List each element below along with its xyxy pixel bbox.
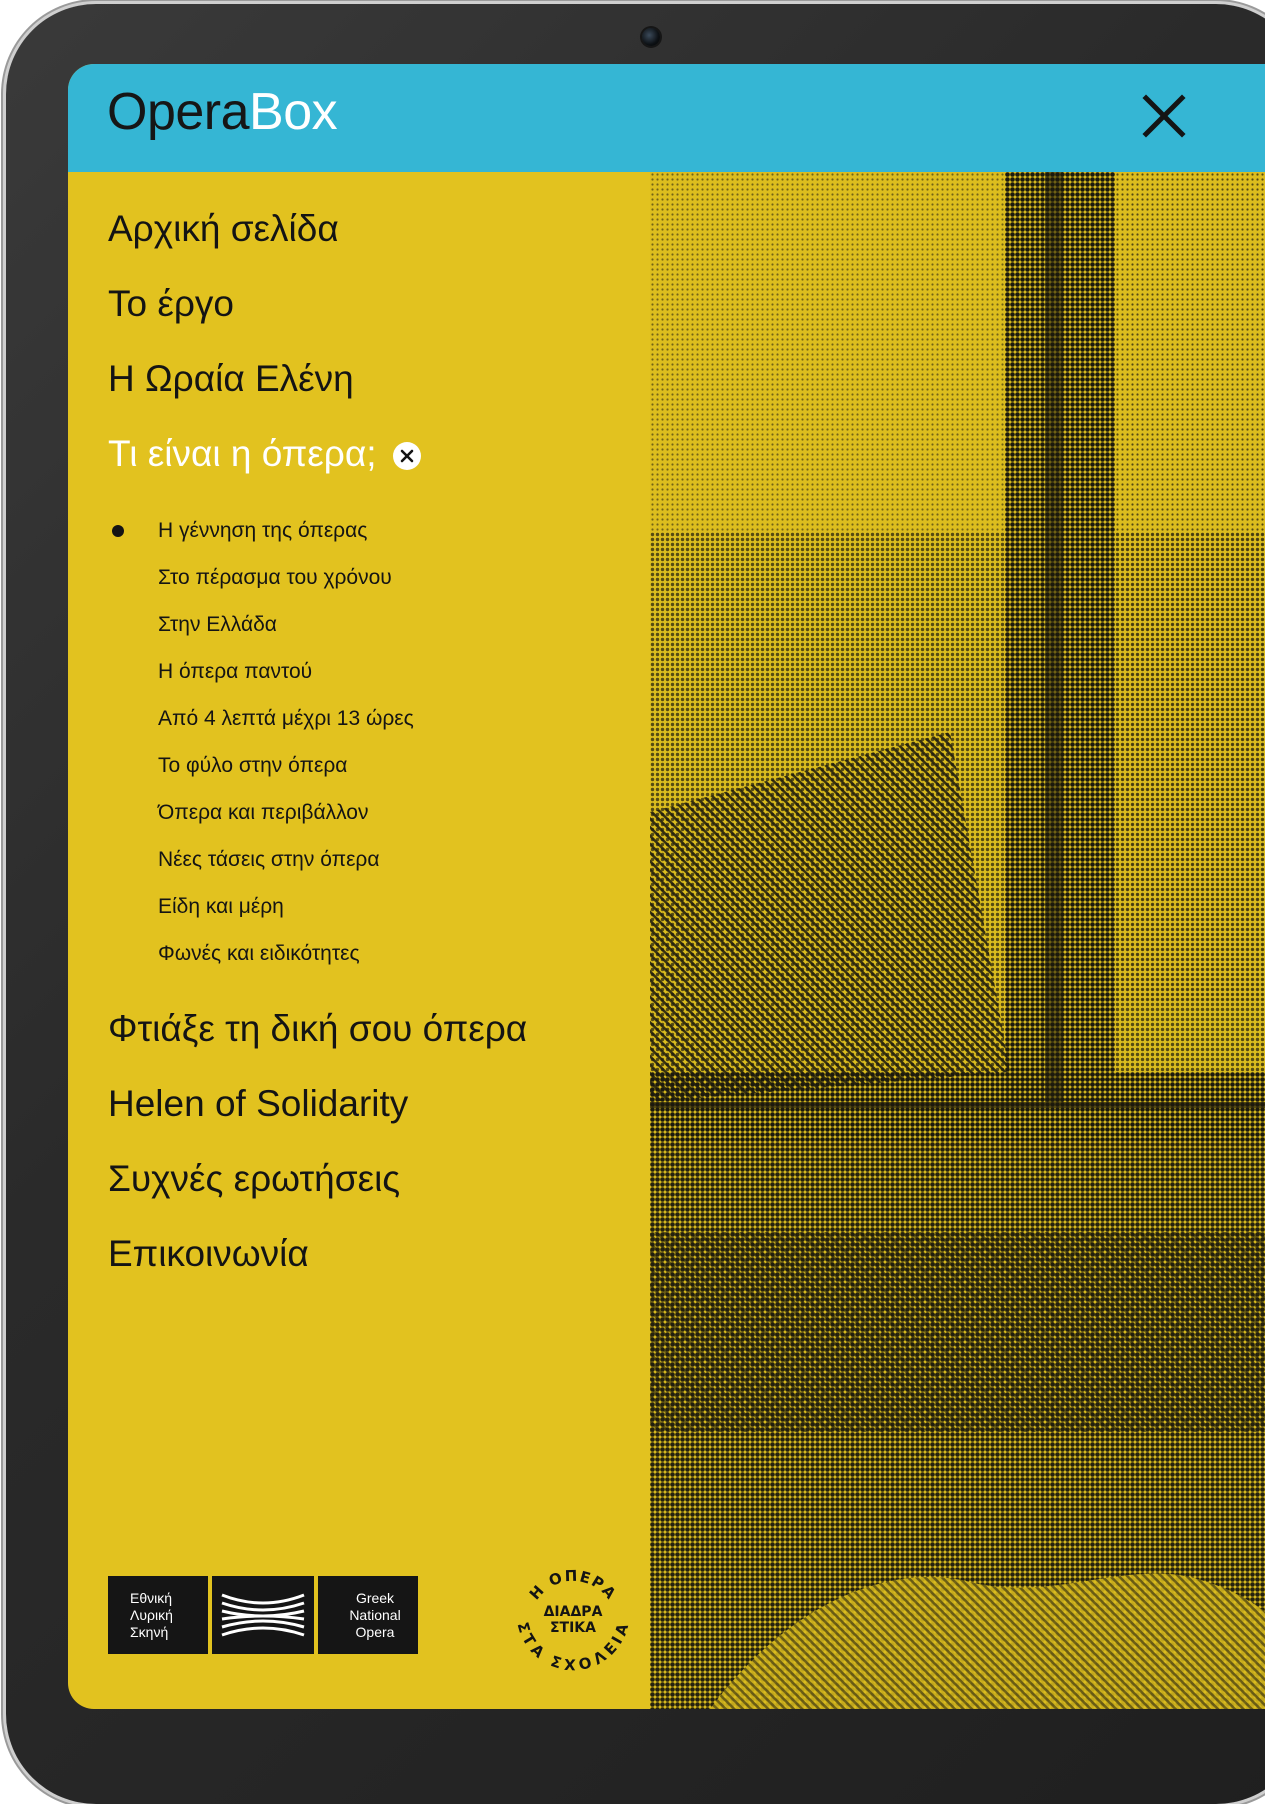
subnav-item-opera-everywhere[interactable]: Η όπερα παντού xyxy=(158,661,312,682)
nav-item-helen-of-solidarity[interactable]: Helen of Solidarity xyxy=(108,1085,408,1122)
gno-greek-line-3: Σκηνή xyxy=(130,1623,169,1640)
gno-english-name: Greek National Opera xyxy=(318,1576,418,1654)
subnav-item-gender[interactable]: Το φύλο στην όπερα xyxy=(158,755,347,776)
subnav-item-label: Η γέννηση της όπερας xyxy=(158,519,368,542)
gno-emblem-icon xyxy=(212,1576,314,1654)
svg-text:Η ΟΠΕΡΑ: Η ΟΠΕΡΑ xyxy=(526,1567,621,1604)
nav-item-contact[interactable]: Επικοινωνία xyxy=(108,1235,309,1272)
close-circle-icon xyxy=(392,442,421,471)
gno-greek-line-2: Λυρική xyxy=(130,1606,173,1623)
tablet-frame: OperaBox Αρχική σελίδα Το έργο Η Ωραία Ε… xyxy=(6,4,1265,1804)
seal-middle-line-2: ΣΤΙΚΑ xyxy=(550,1620,596,1636)
gno-english-line-1: Greek xyxy=(355,1589,395,1606)
subnav-item-duration[interactable]: Από 4 λεπτά μέχρι 13 ώρες xyxy=(158,708,414,729)
seal-top-text: Η ΟΠΕΡΑ xyxy=(526,1567,619,1604)
nav-item-make-your-opera[interactable]: Φτιάξε τη δική σου όπερα xyxy=(108,1010,527,1047)
app-screen: OperaBox Αρχική σελίδα Το έργο Η Ωραία Ε… xyxy=(68,64,1265,1709)
logo-text-box: Box xyxy=(249,83,338,141)
subnav-item-new-trends[interactable]: Νέες τάσεις στην όπερα xyxy=(158,849,380,870)
gno-english-line-3: Opera xyxy=(355,1623,395,1640)
app-logo[interactable]: OperaBox xyxy=(107,83,338,141)
subnav-item-genres[interactable]: Είδη και μέρη xyxy=(158,896,284,917)
gno-greek-name: Εθνική Λυρική Σκηνή xyxy=(108,1576,208,1654)
current-bullet-icon xyxy=(112,525,124,537)
gno-english-line-2: National xyxy=(349,1606,401,1623)
nav-item-what-is-opera-label: Τι είναι η όπερα; xyxy=(108,433,377,474)
subnav-item-in-greece[interactable]: Στην Ελλάδα xyxy=(158,614,277,635)
nav-item-home[interactable]: Αρχική σελίδα xyxy=(108,210,339,247)
app-header: OperaBox xyxy=(68,64,1265,172)
subnav-item-birth-of-opera[interactable]: Η γέννηση της όπερας xyxy=(112,519,368,542)
nav-item-what-is-opera[interactable]: Τι είναι η όπερα; xyxy=(108,435,421,472)
gno-greek-line-1: Εθνική xyxy=(130,1589,173,1606)
subnav-item-voices[interactable]: Φωνές και ειδικότητες xyxy=(158,943,360,964)
camera-icon xyxy=(642,28,660,46)
nav-item-helen[interactable]: Η Ωραία Ελένη xyxy=(108,360,354,397)
collapse-submenu-button[interactable] xyxy=(392,439,421,471)
nav-item-faq[interactable]: Συχνές ερωτήσεις xyxy=(108,1160,400,1197)
seal-middle-line-1: ΔΙΑΔΡΑ xyxy=(544,1604,603,1620)
close-icon xyxy=(1142,94,1186,138)
halftone-photo-art xyxy=(650,172,1265,1709)
greek-national-opera-logo[interactable]: Εθνική Λυρική Σκηνή Greek National Opera xyxy=(108,1576,422,1654)
nav-item-project[interactable]: Το έργο xyxy=(108,285,234,322)
subnav-item-environment[interactable]: Όπερα και περιβάλλον xyxy=(158,802,368,823)
subnav-item-through-time[interactable]: Στο πέρασμα του χρόνου xyxy=(158,567,392,588)
close-menu-button[interactable] xyxy=(1138,90,1190,142)
opera-in-schools-seal[interactable]: Η ΟΠΕΡΑ ΔΙΑΔΡΑ ΣΤΙΚΑ ΣΤΑ ΣΧΟΛΕΙΑ xyxy=(508,1554,638,1684)
logo-text-opera: Opera xyxy=(107,83,250,141)
halftone-photo xyxy=(650,172,1265,1709)
